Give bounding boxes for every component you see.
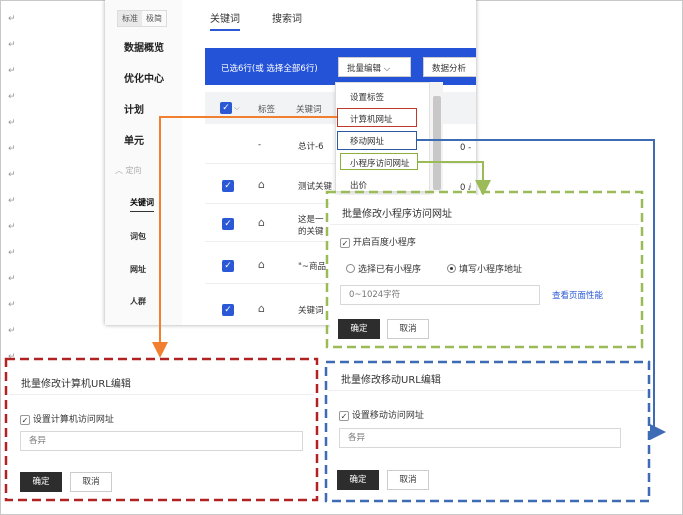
- miniprogram-dialog: 批量修改小程序访问网址 ✓ 开启百度小程序 选择已有小程序 填写小程序地址 查看…: [330, 195, 639, 344]
- mobile-dialog-title: 批量修改移动URL编辑: [341, 375, 441, 386]
- pc-dialog-title: 批量修改计算机URL编辑: [21, 379, 131, 390]
- set-mobile-url-checkbox[interactable]: ✓ 设置移动访问网址: [339, 408, 424, 421]
- enable-miniprogram-label: 开启百度小程序: [352, 238, 416, 248]
- radio-existing-label: 选择已有小程序: [358, 265, 422, 275]
- miniprogram-cancel-button[interactable]: 取消: [387, 319, 429, 339]
- radio-icon: [346, 264, 355, 273]
- mobile-url-input[interactable]: [339, 428, 621, 448]
- radio-existing[interactable]: 选择已有小程序: [346, 262, 421, 275]
- miniprogram-dialog-title: 批量修改小程序访问网址: [342, 209, 452, 220]
- radio-selected-icon: [447, 264, 456, 273]
- set-mobile-url-label: 设置移动访问网址: [351, 411, 424, 421]
- divider: [329, 390, 646, 391]
- pc-cancel-button[interactable]: 取消: [70, 472, 112, 492]
- radio-fill-label: 填写小程序地址: [459, 265, 523, 275]
- checkbox-checked-icon: ✓: [339, 410, 349, 421]
- arrow-miniprogram: [418, 161, 491, 196]
- enable-miniprogram-checkbox[interactable]: ✓ 开启百度小程序: [340, 235, 416, 248]
- checkbox-checked-icon: ✓: [340, 237, 350, 248]
- mobile-url-dialog: 批量修改移动URL编辑 ✓ 设置移动访问网址 确定 取消: [329, 365, 646, 498]
- divider: [330, 224, 639, 225]
- arrow-pc: [152, 116, 337, 358]
- pc-ok-button[interactable]: 确定: [20, 472, 62, 492]
- miniprogram-ok-button[interactable]: 确定: [338, 319, 380, 339]
- checkbox-checked-icon: ✓: [20, 414, 30, 425]
- set-pc-url-label: 设置计算机访问网址: [32, 415, 114, 425]
- radio-fill[interactable]: 填写小程序地址: [447, 262, 522, 275]
- miniprogram-url-input[interactable]: [340, 285, 540, 305]
- view-performance-link[interactable]: 查看页面性能: [552, 289, 603, 301]
- mobile-cancel-button[interactable]: 取消: [387, 470, 429, 490]
- pc-url-dialog: 批量修改计算机URL编辑 ✓ 设置计算机访问网址 确定 取消: [9, 362, 314, 497]
- mobile-ok-button[interactable]: 确定: [337, 470, 379, 490]
- set-pc-url-checkbox[interactable]: ✓ 设置计算机访问网址: [20, 412, 114, 425]
- divider: [9, 394, 314, 395]
- pc-url-input[interactable]: [20, 431, 303, 451]
